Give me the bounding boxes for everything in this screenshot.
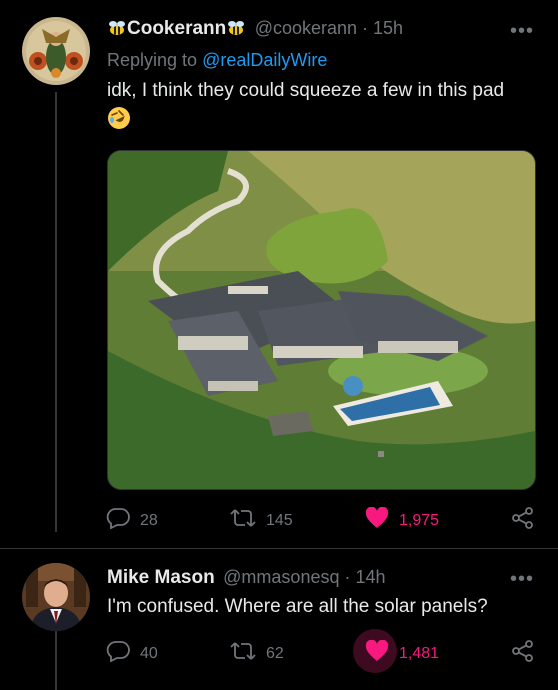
reply-count: 40 [140, 644, 158, 662]
retweet-count: 145 [266, 511, 293, 529]
bee-icon [226, 19, 246, 42]
handle-and-time[interactable]: @mmasonesq · 14h [223, 567, 385, 587]
retweet-button[interactable]: 145 [230, 507, 293, 534]
tweet2-header: Mike Mason @mmasonesq · 14h [107, 567, 386, 589]
rofl-emoji-icon [107, 106, 131, 135]
tweet1-text: idk, I think they could squeeze a few in… [107, 80, 505, 101]
thread-line [55, 92, 57, 532]
reply-count: 28 [140, 511, 158, 529]
reply-icon [106, 640, 130, 667]
tweet2-text: I'm confused. Where are all the solar pa… [107, 596, 488, 617]
reply-button[interactable]: 40 [106, 640, 158, 667]
share-icon [512, 640, 534, 667]
mention-link[interactable]: @realDailyWire [202, 50, 327, 70]
tweet-photo[interactable] [107, 150, 536, 490]
reply-button[interactable]: 28 [106, 507, 158, 534]
share-button[interactable] [512, 507, 534, 534]
more-options-icon[interactable]: ••• [510, 20, 534, 43]
avatar-cookerann[interactable] [22, 17, 90, 85]
tweet1-header: Cookerann @cookerann · 15h [107, 18, 403, 42]
like-count: 1,481 [399, 644, 440, 662]
heart-icon [365, 639, 389, 667]
like-button[interactable]: 1,975 [365, 506, 440, 534]
replying-prefix: Replying to [107, 50, 198, 70]
tweet-divider [0, 548, 558, 549]
avatar-mike-mason[interactable] [22, 563, 90, 631]
retweet-icon [230, 640, 256, 667]
handle-and-time[interactable]: @cookerann · 15h [255, 18, 403, 38]
heart-icon [365, 506, 389, 534]
replying-to: Replying to @realDailyWire [107, 50, 327, 71]
share-button[interactable] [512, 640, 534, 667]
display-name[interactable]: Mike Mason [107, 567, 215, 588]
retweet-icon [230, 507, 256, 534]
more-options-icon[interactable]: ••• [510, 568, 534, 591]
reply-icon [106, 507, 130, 534]
retweet-button[interactable]: 62 [230, 640, 284, 667]
display-name[interactable]: Cookerann [127, 18, 226, 39]
retweet-count: 62 [266, 644, 284, 662]
like-count: 1,975 [399, 511, 440, 529]
bee-icon [107, 19, 127, 42]
thread-line-lower [55, 630, 57, 690]
share-icon [512, 507, 534, 534]
like-button[interactable]: 1,481 [365, 639, 440, 667]
